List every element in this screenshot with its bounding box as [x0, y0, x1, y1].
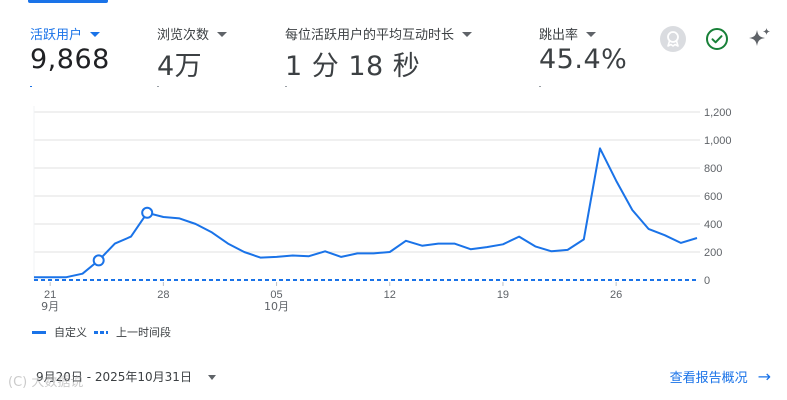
metric-tabs: 活跃用户 9,868 浏览次数 4万 每位活跃用户的平均互动时长 1 分 18 …	[0, 0, 787, 100]
metric-comparison-dash	[285, 86, 287, 87]
active-tab-indicator	[28, 0, 108, 3]
metric-tab-active-users[interactable]: 活跃用户 9,868	[28, 0, 140, 100]
y-tick-label: 1,200	[704, 107, 732, 119]
metric-label: 活跃用户	[30, 24, 101, 43]
data-point-marker	[92, 254, 105, 267]
x-tick-label: 26	[610, 289, 622, 301]
metric-value: 45.4%	[539, 44, 628, 75]
x-tick-label: 28	[157, 289, 169, 301]
x-tick-label: 12	[384, 289, 396, 301]
metric-label: 浏览次数	[157, 24, 228, 43]
legend-item-current[interactable]: 自定义	[32, 324, 87, 340]
metric-tab-avg-engagement-time[interactable]: 每位活跃用户的平均互动时长 1 分 18 秒	[285, 0, 505, 100]
y-tick-label: 1,000	[704, 135, 732, 147]
legend-label: 上一时间段	[116, 326, 171, 339]
chevron-down-icon[interactable]	[217, 32, 228, 37]
data-point-marker	[141, 206, 154, 219]
chevron-down-icon[interactable]	[586, 32, 597, 37]
metric-tab-bounce-rate[interactable]: 跳出率 45.4%	[539, 0, 649, 100]
legend-label: 自定义	[54, 326, 87, 339]
y-tick-label: 400	[704, 219, 722, 231]
chevron-down-icon[interactable]	[462, 32, 473, 37]
chevron-down-icon[interactable]	[90, 32, 101, 37]
legend-dashed-swatch	[94, 330, 108, 334]
metric-label: 每位活跃用户的平均互动时长	[285, 24, 473, 43]
metric-label: 跳出率	[539, 24, 597, 43]
metric-comparison-dash	[539, 86, 541, 87]
badge-icon[interactable]	[658, 24, 688, 54]
metric-value: 1 分 18 秒	[285, 51, 421, 82]
metric-comparison-dash	[30, 86, 32, 87]
y-tick-label: 0	[704, 275, 710, 287]
watermark: (C) 大数据说	[8, 375, 84, 390]
sparkle-icon[interactable]	[745, 24, 775, 54]
legend-solid-swatch	[32, 330, 46, 334]
metric-comparison-dash	[157, 86, 159, 87]
metric-value: 4万	[157, 51, 203, 82]
metric-tab-views[interactable]: 浏览次数 4万	[157, 0, 267, 100]
line-chart-canvas: 02004006008001,0001,200219月28 0510月12 19 26	[33, 106, 732, 313]
x-tick-sublabel: 9月	[41, 300, 59, 313]
legend-item-previous[interactable]: 上一时间段	[94, 324, 171, 340]
y-tick-label: 600	[704, 191, 722, 203]
check-circle-icon[interactable]	[702, 24, 732, 54]
y-tick-label: 800	[704, 163, 722, 175]
view-report-label: 查看报告概况	[669, 371, 748, 386]
y-tick-label: 200	[704, 247, 722, 259]
analytics-card: 活跃用户 9,868 浏览次数 4万 每位活跃用户的平均互动时长 1 分 18 …	[0, 0, 787, 400]
arrow-right-icon: →	[757, 366, 771, 386]
chevron-down-icon[interactable]	[207, 375, 216, 380]
line-chart: 0 200 400 600 800 1,000 1,200 21 9月 28 05 10月 12 19 26	[0, 100, 787, 320]
metric-value: 9,868	[30, 44, 110, 75]
toolbar-icons	[658, 24, 773, 56]
card-footer: 9月20日 - 2025年10月31日 查看报告概况 →	[0, 360, 787, 400]
x-tick-label: 19	[497, 289, 509, 301]
x-tick-sublabel: 10月	[264, 300, 289, 313]
view-report-link[interactable]: 查看报告概况 →	[670, 367, 771, 386]
